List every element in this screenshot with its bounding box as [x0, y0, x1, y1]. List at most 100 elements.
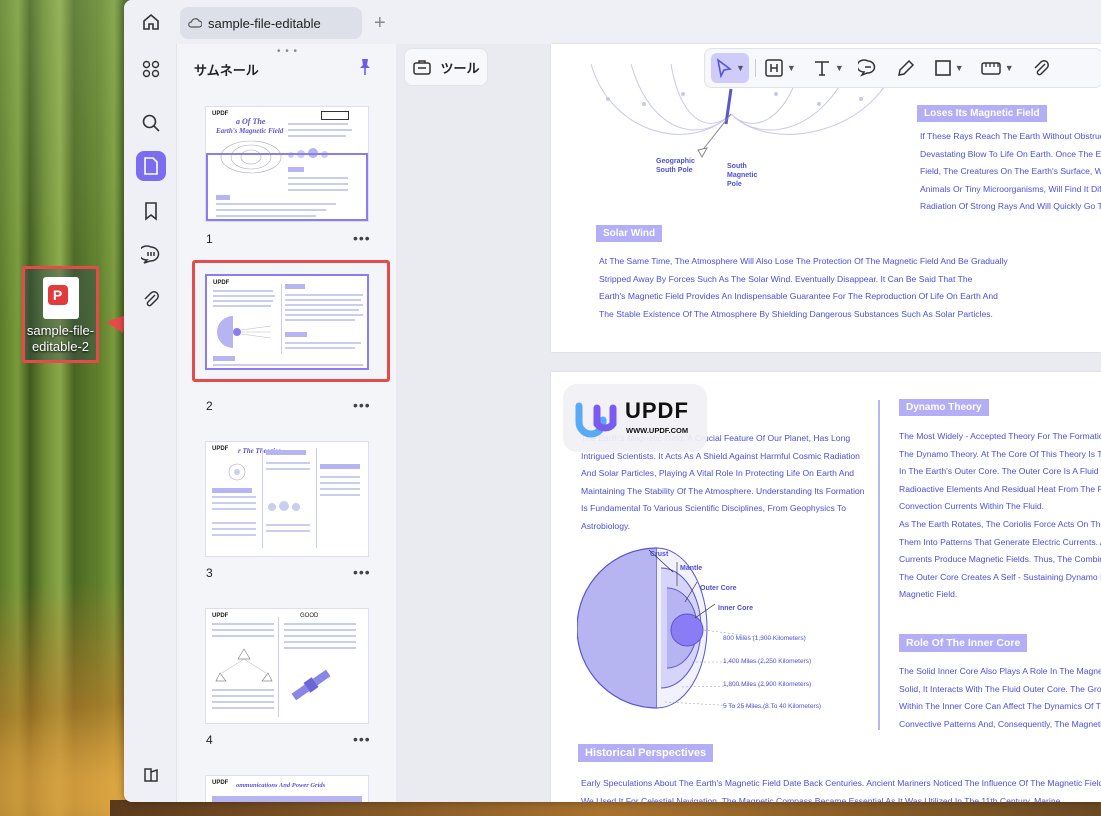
thumb-heading — [212, 796, 362, 802]
pin-icon[interactable] — [357, 58, 373, 76]
thumb-line — [320, 488, 360, 490]
loses-line: Animals Or Tiny Microorganisms, Will Fin… — [920, 183, 1101, 194]
thumb-logo: UPDF — [213, 280, 230, 286]
thumb-line — [320, 494, 360, 496]
add-tab-button[interactable]: + — [374, 12, 386, 35]
thumbnail-page-4[interactable]: UPDF GOOD — [205, 608, 369, 724]
thumb-more-button[interactable]: ••• — [353, 230, 371, 246]
updf-watermark: UPDF WWW.UPDF.COM — [563, 384, 707, 452]
wallpaper-path — [110, 800, 1101, 816]
home-button[interactable] — [138, 9, 164, 35]
thumb-heading — [216, 195, 230, 200]
thumbnail-page-1[interactable]: UPDF a Of The Earth's Magnetic Field — [205, 106, 369, 222]
ruler-icon — [980, 62, 1001, 75]
select-tool-button[interactable]: ▼ — [711, 53, 749, 83]
pdf-badge: P — [47, 285, 68, 305]
thumb-line — [266, 462, 310, 464]
bookmarks-button[interactable] — [136, 196, 166, 226]
document-page-1: Geographic South Pole South Magnetic Pol… — [551, 44, 1101, 352]
chevron-down-icon: ▼ — [954, 63, 964, 73]
toolbox-icon — [413, 60, 432, 75]
text-box-icon — [765, 59, 783, 77]
south-label: South — [727, 163, 747, 170]
thumb-line — [288, 135, 346, 137]
thumb-line — [320, 476, 360, 478]
thumbnails-button[interactable] — [136, 151, 166, 181]
organize-pages-button[interactable] — [136, 54, 166, 84]
document-tab[interactable]: sample-file-editable — [180, 7, 362, 39]
thumb-line — [216, 209, 326, 211]
left-rail — [124, 44, 176, 802]
thumb-line — [284, 641, 356, 643]
thumb-line — [285, 299, 361, 301]
thumb-line — [284, 647, 356, 649]
thumb-line — [285, 342, 361, 344]
thumb-line — [212, 496, 256, 498]
intro-line: Is Fundamental To Various Scientific Dis… — [581, 503, 847, 514]
intro-line: Maintaining The Stability Of The Atmosph… — [581, 485, 865, 496]
thumb-line — [285, 294, 363, 296]
rectangle-icon — [934, 60, 951, 76]
thumb-page-number: 4 — [206, 733, 213, 747]
document-viewer[interactable]: Geographic South Pole South Magnetic Pol… — [396, 44, 1101, 802]
thumb-title: GOOD — [300, 613, 319, 619]
dynamo-line: In The Earth's Outer Core. The Outer Cor… — [899, 466, 1101, 477]
thumb-line — [213, 290, 273, 292]
thumb-line — [288, 129, 352, 131]
tab-title: sample-file-editable — [208, 15, 321, 31]
inner-line: Convective Patterns And, Consequently, T… — [899, 718, 1101, 729]
pen-icon — [897, 59, 914, 76]
thumb-logo: UPDF — [212, 613, 229, 619]
solar-line: The Stable Existence Of The Atmosphere B… — [599, 308, 993, 319]
thumb-more-button[interactable]: ••• — [353, 397, 371, 413]
chevron-down-icon: ▼ — [786, 63, 796, 73]
comment-tool-button[interactable] — [856, 53, 880, 83]
thumb-heading — [320, 464, 360, 469]
shape-tool-button[interactable]: ▼ — [932, 53, 966, 83]
thumb-line — [212, 534, 256, 536]
pen-tool-button[interactable] — [894, 53, 918, 83]
file-name-line1: sample-file- — [26, 323, 95, 338]
thumb-more-button[interactable]: ••• — [353, 564, 371, 580]
thumb-page-number: 1 — [206, 232, 213, 246]
thumb-line — [212, 689, 274, 691]
thumb-antenna-diagram — [215, 648, 273, 682]
pdf-file-icon: P — [42, 277, 79, 319]
thumbnail-page-3[interactable]: UPDF r The Theories — [205, 441, 369, 557]
thumb-line — [212, 522, 256, 524]
thumb-line — [212, 701, 274, 703]
layers-button[interactable] — [136, 760, 166, 790]
historical-line: Early Speculations About The Earth's Mag… — [581, 778, 1101, 788]
thumb-line — [266, 468, 310, 470]
search-button[interactable] — [136, 108, 166, 138]
tools-button[interactable]: ツール — [404, 48, 488, 86]
loses-line: Devastating Blow To Life On Earth. Once … — [920, 148, 1101, 159]
thumb-line — [212, 623, 274, 625]
thumb-line — [320, 482, 360, 484]
thumb-line — [216, 203, 336, 205]
thumbnail-page-2[interactable]: UPDF — [205, 274, 369, 370]
thumb-more-button[interactable]: ••• — [353, 731, 371, 747]
thumb-line — [212, 707, 274, 709]
panel-grip[interactable]: • • • — [277, 46, 298, 57]
attach-tool-button[interactable] — [1030, 53, 1052, 83]
text-tool-button[interactable]: ▼ — [810, 53, 846, 83]
comments-button[interactable] — [136, 240, 166, 270]
dynamo-line: The Outer Core Creates A Self - Sustaini… — [899, 571, 1101, 582]
thumb-line — [212, 528, 256, 530]
thumb-core-diagram — [217, 316, 272, 348]
thumb-line — [284, 623, 356, 625]
measure-tool-button[interactable]: ▼ — [978, 53, 1016, 83]
attachments-button[interactable] — [136, 284, 166, 314]
layers-icon — [144, 768, 158, 782]
highlight-tool-button[interactable]: ▼ — [762, 53, 798, 83]
annotation-toolbar: ▼ ▼ ▼ ▼ ▼ — [704, 48, 1101, 88]
file-name-line2: editable-2 — [31, 339, 90, 354]
updf-window: sample-file-editable + • • • サムネール UPDF … — [124, 0, 1101, 802]
distance-label: 5 To 25 Miles (8 To 40 Kilometers) — [723, 703, 822, 710]
thumbnail-page-5[interactable]: UPDF ommunications And Power Grids — [205, 775, 369, 802]
dynamo-line: Radioactive Elements And Residual Heat F… — [899, 483, 1101, 494]
intro-line: Astrobiology. — [581, 521, 631, 531]
thumb-line — [288, 183, 348, 185]
desktop-file-icon[interactable]: P sample-file- editable-2 — [22, 266, 99, 363]
